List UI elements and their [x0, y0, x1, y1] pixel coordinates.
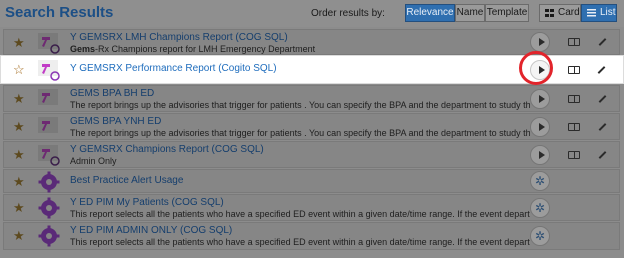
- favorite-star-icon[interactable]: ★: [13, 201, 25, 214]
- report-description: The report brings up the advisories that…: [70, 128, 530, 138]
- order-template-button[interactable]: Template: [485, 4, 529, 22]
- favorite-star-icon[interactable]: ★: [13, 36, 25, 49]
- report-name-link[interactable]: Y ED PIM ADMIN ONLY (COG SQL): [70, 225, 232, 236]
- favorite-star-icon[interactable]: ★: [13, 229, 25, 242]
- report-description: The report brings up the advisories that…: [70, 100, 530, 110]
- report-name-link[interactable]: Y ED PIM My Patients (COG SQL): [70, 197, 224, 208]
- list-view-button[interactable]: List: [581, 4, 617, 22]
- page-title: Search Results: [5, 4, 114, 21]
- book-icon[interactable]: [568, 95, 580, 103]
- result-row[interactable]: ★ Y GEMSRX LMH Champions Report (COG SQL…: [3, 29, 620, 55]
- template-gear-icon: [38, 171, 60, 193]
- book-icon[interactable]: [568, 151, 580, 159]
- run-report-button[interactable]: [530, 89, 550, 109]
- list-view-label: List: [600, 7, 616, 18]
- favorite-star-icon[interactable]: ★: [13, 120, 25, 133]
- report-description: This report selects all the patients who…: [70, 209, 530, 219]
- book-icon[interactable]: [568, 66, 580, 74]
- order-name-button[interactable]: Name: [455, 4, 485, 22]
- favorite-star-icon[interactable]: ☆: [13, 63, 25, 76]
- report-hammer-icon: [38, 145, 60, 166]
- run-template-button[interactable]: ✲: [530, 171, 550, 191]
- pencil-icon[interactable]: [597, 66, 606, 74]
- order-results-label: Order results by:: [311, 8, 385, 19]
- search-results-header: Search Results Order results by: Relevan…: [0, 0, 624, 27]
- report-description: Admin Only: [70, 156, 117, 166]
- run-report-button[interactable]: [530, 145, 550, 165]
- description-text: -Rx Champions report for LMH Emergency D…: [95, 44, 316, 54]
- report-name-link[interactable]: Y GEMSRX LMH Champions Report (COG SQL): [70, 32, 288, 43]
- result-row[interactable]: ★ Y ED PIM ADMIN ONLY (COG SQL) This rep…: [3, 222, 620, 250]
- card-view-label: Card: [558, 7, 580, 18]
- report-name-link[interactable]: Y GEMSRX Champions Report (COG SQL): [70, 144, 264, 155]
- result-row[interactable]: ★ GEMS BPA BH ED The report brings up th…: [3, 85, 620, 112]
- report-hammer-icon: [38, 60, 60, 81]
- favorite-star-icon[interactable]: ★: [13, 175, 25, 188]
- list-view-icon: [587, 9, 596, 17]
- card-view-icon: [545, 9, 554, 17]
- report-hammer-icon: [38, 33, 60, 54]
- report-name-link[interactable]: Best Practice Alert Usage: [70, 175, 183, 186]
- run-report-button[interactable]: [530, 117, 550, 137]
- result-row[interactable]: ★ GEMS BPA YNH ED The report brings up t…: [3, 113, 620, 140]
- template-gear-icon: [38, 197, 60, 219]
- report-description: Gems-Rx Champions report for LMH Emergen…: [70, 44, 530, 54]
- report-hammer-icon: [38, 117, 58, 133]
- book-icon[interactable]: [568, 123, 580, 131]
- template-gear-icon: [38, 225, 60, 247]
- pencil-icon[interactable]: [598, 151, 607, 159]
- report-hammer-icon: [38, 89, 58, 105]
- result-row[interactable]: ★ Y GEMSRX Champions Report (COG SQL) Ad…: [3, 141, 620, 168]
- report-name-link[interactable]: Y GEMSRX Performance Report (Cogito SQL): [70, 63, 277, 74]
- description-bold-text: Gems: [70, 44, 96, 54]
- book-icon[interactable]: [568, 38, 580, 46]
- result-row[interactable]: ★ Best Practice Alert Usage ✲: [3, 169, 620, 193]
- report-name-link[interactable]: GEMS BPA BH ED: [70, 88, 154, 99]
- order-relevance-button[interactable]: Relevance: [405, 4, 455, 22]
- run-report-button[interactable]: [530, 32, 550, 52]
- card-view-button[interactable]: Card: [539, 4, 581, 22]
- highlight-ring: [519, 51, 553, 85]
- favorite-star-icon[interactable]: ★: [13, 148, 25, 161]
- result-row[interactable]: ★ Y ED PIM My Patients (COG SQL) This re…: [3, 194, 620, 221]
- pencil-icon[interactable]: [598, 38, 607, 46]
- run-template-button[interactable]: ✲: [530, 226, 550, 246]
- favorite-star-icon[interactable]: ★: [13, 92, 25, 105]
- pencil-icon[interactable]: [598, 95, 607, 103]
- pencil-icon[interactable]: [598, 123, 607, 131]
- report-name-link[interactable]: GEMS BPA YNH ED: [70, 116, 161, 127]
- run-template-button[interactable]: ✲: [530, 198, 550, 218]
- report-description: This report selects all the patients who…: [70, 237, 530, 247]
